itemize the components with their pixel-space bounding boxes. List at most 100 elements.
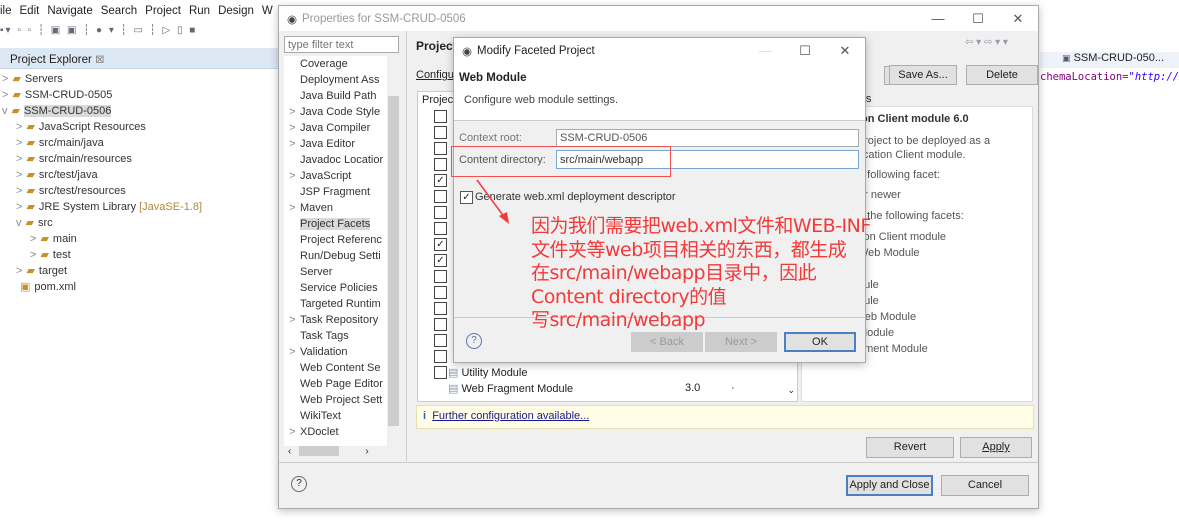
nav-item[interactable]: WikiText bbox=[300, 410, 341, 422]
menu-item[interactable]: Navigate bbox=[47, 5, 92, 17]
maximize-button[interactable]: ☐ bbox=[958, 6, 998, 31]
close-icon[interactable]: ⊠ bbox=[95, 54, 105, 66]
nav-item[interactable]: Server bbox=[300, 266, 332, 278]
generate-checkbox[interactable]: ✓ bbox=[460, 191, 473, 204]
nav-item[interactable]: Coverage bbox=[300, 58, 348, 70]
revert-button[interactable]: Revert bbox=[866, 437, 954, 458]
facet-checkbox[interactable] bbox=[434, 270, 447, 283]
menu-item[interactable]: Search bbox=[101, 5, 137, 17]
back-button[interactable]: < Back bbox=[631, 332, 703, 352]
minimize-button[interactable]: — bbox=[745, 38, 785, 63]
tree-item[interactable]: > ▰ src/main/resources bbox=[16, 152, 132, 165]
expand-icon[interactable]: > bbox=[2, 89, 8, 101]
expand-icon[interactable]: v bbox=[2, 105, 8, 117]
next-button[interactable]: Next > bbox=[705, 332, 777, 352]
facet-checkbox[interactable] bbox=[434, 286, 447, 299]
nav-item[interactable]: > Java Code Style bbox=[289, 106, 380, 118]
apply-and-close-button[interactable]: Apply and Close bbox=[846, 475, 933, 496]
nav-item[interactable]: Project Referenc bbox=[300, 234, 382, 246]
close-button[interactable]: ✕ bbox=[825, 38, 865, 63]
nav-item[interactable]: Deployment Ass bbox=[300, 74, 379, 86]
expand-icon[interactable]: > bbox=[16, 201, 22, 213]
nav-item[interactable]: Web Content Se bbox=[300, 362, 381, 374]
tree-item[interactable]: > ▰ JavaScript Resources bbox=[16, 120, 146, 133]
help-icon[interactable]: ? bbox=[291, 476, 307, 492]
facet-checkbox[interactable] bbox=[434, 126, 447, 139]
tree-item[interactable]: > ▰ src/main/java bbox=[16, 136, 104, 149]
nav-item[interactable]: > Java Compiler bbox=[289, 122, 370, 134]
tree-item[interactable]: > ▰ test bbox=[30, 248, 71, 261]
filter-input[interactable] bbox=[284, 36, 399, 53]
facet-checkbox[interactable] bbox=[434, 302, 447, 315]
nav-item[interactable]: > Task Repository bbox=[289, 314, 378, 326]
tree-item[interactable]: > ▰ src/test/resources bbox=[16, 184, 126, 197]
vertical-scrollbar[interactable] bbox=[387, 56, 400, 446]
save-as-button[interactable]: Save As... bbox=[889, 65, 957, 85]
expand-icon[interactable]: > bbox=[30, 249, 36, 261]
expand-icon[interactable]: > bbox=[16, 265, 22, 277]
nav-item[interactable]: JSP Fragment bbox=[300, 186, 370, 198]
expand-icon[interactable]: > bbox=[289, 314, 295, 326]
expand-icon[interactable]: > bbox=[289, 346, 295, 358]
maximize-button[interactable]: ☐ bbox=[785, 38, 825, 63]
expand-icon[interactable]: > bbox=[2, 73, 8, 85]
history-nav-icons[interactable]: ⇦ ▾ ⇨ ▾ ▾ bbox=[965, 37, 1008, 48]
nav-item[interactable]: Targeted Runtim bbox=[300, 298, 381, 310]
tree-item[interactable]: v ▰ SSM-CRUD-0506 bbox=[2, 104, 112, 117]
ok-button[interactable]: OK bbox=[784, 332, 856, 352]
tree-item[interactable]: > ▰ Servers bbox=[2, 72, 63, 85]
facet-checkbox[interactable] bbox=[434, 206, 447, 219]
facet-checkbox[interactable] bbox=[434, 366, 447, 379]
facet-checkbox[interactable] bbox=[434, 142, 447, 155]
facet-checkbox[interactable]: ✓ bbox=[434, 254, 447, 267]
help-icon[interactable]: ? bbox=[466, 333, 482, 349]
nav-item[interactable]: > Validation bbox=[289, 346, 348, 358]
expand-icon[interactable]: > bbox=[16, 185, 22, 197]
expand-icon[interactable]: > bbox=[289, 138, 295, 150]
facet-checkbox[interactable]: ✓ bbox=[434, 238, 447, 251]
expand-icon[interactable]: > bbox=[16, 121, 22, 133]
nav-item[interactable]: Web Page Editor bbox=[300, 378, 383, 390]
facet-checkbox[interactable] bbox=[434, 334, 447, 347]
expand-icon[interactable]: v bbox=[16, 217, 22, 229]
facet-checkbox[interactable] bbox=[434, 222, 447, 235]
expand-icon[interactable]: > bbox=[289, 106, 295, 118]
facet-checkbox[interactable] bbox=[434, 110, 447, 123]
facet-checkbox[interactable]: ✓ bbox=[434, 174, 447, 187]
nav-item[interactable]: > Maven bbox=[289, 202, 333, 214]
nav-item[interactable]: Javadoc Locatior bbox=[300, 154, 383, 166]
expand-icon[interactable]: > bbox=[30, 233, 36, 245]
nav-item[interactable]: Task Tags bbox=[300, 330, 349, 342]
nav-item[interactable]: Web Project Sett bbox=[300, 394, 382, 406]
apply-button[interactable]: Apply bbox=[960, 437, 1032, 458]
editor-tab[interactable]: ▣ SSM-CRUD-050... bbox=[1040, 52, 1179, 68]
expand-icon[interactable]: > bbox=[289, 122, 295, 134]
delete-button[interactable]: Delete bbox=[966, 65, 1038, 85]
nav-item[interactable]: Service Policies bbox=[300, 282, 378, 294]
context-root-input[interactable] bbox=[556, 129, 859, 147]
facet-checkbox[interactable] bbox=[434, 318, 447, 331]
horizontal-scrollbar[interactable]: ‹ › bbox=[284, 446, 400, 460]
nav-item[interactable]: Project Facets bbox=[300, 218, 371, 230]
expand-icon[interactable]: > bbox=[16, 169, 22, 181]
cancel-button[interactable]: Cancel bbox=[941, 475, 1029, 496]
expand-icon[interactable]: > bbox=[16, 137, 22, 149]
tree-item[interactable]: ▣ pom.xml bbox=[16, 280, 76, 293]
menu-item[interactable]: Project bbox=[145, 5, 181, 17]
tree-item[interactable]: > ▰ SSM-CRUD-0505 bbox=[2, 88, 112, 101]
tree-item[interactable]: > ▰ JRE System Library [JavaSE-1.8] bbox=[16, 200, 202, 213]
expand-icon[interactable]: > bbox=[16, 153, 22, 165]
minimize-button[interactable]: — bbox=[918, 6, 958, 31]
tree-item[interactable]: > ▰ main bbox=[30, 232, 77, 245]
tree-item[interactable]: > ▰ target bbox=[16, 264, 67, 277]
nav-item[interactable]: > Java Editor bbox=[289, 138, 355, 150]
expand-icon[interactable]: > bbox=[289, 202, 295, 214]
expand-icon[interactable]: > bbox=[289, 170, 295, 182]
facet-checkbox[interactable] bbox=[434, 190, 447, 203]
nav-item[interactable]: Java Build Path bbox=[300, 90, 376, 102]
toolbar[interactable]: ▪▾ ▫ ▫ ┆ ▣ ▣ ┆ ● ▾ ┆ ▭ ┆ ▷ ▯ ■ bbox=[0, 25, 278, 42]
scroll-down-icon[interactable]: ⌄ bbox=[787, 385, 795, 396]
further-config-link[interactable]: Further configuration available... bbox=[432, 410, 589, 422]
menu-item[interactable]: W bbox=[262, 5, 273, 17]
menu-item[interactable]: Edit bbox=[20, 5, 40, 17]
